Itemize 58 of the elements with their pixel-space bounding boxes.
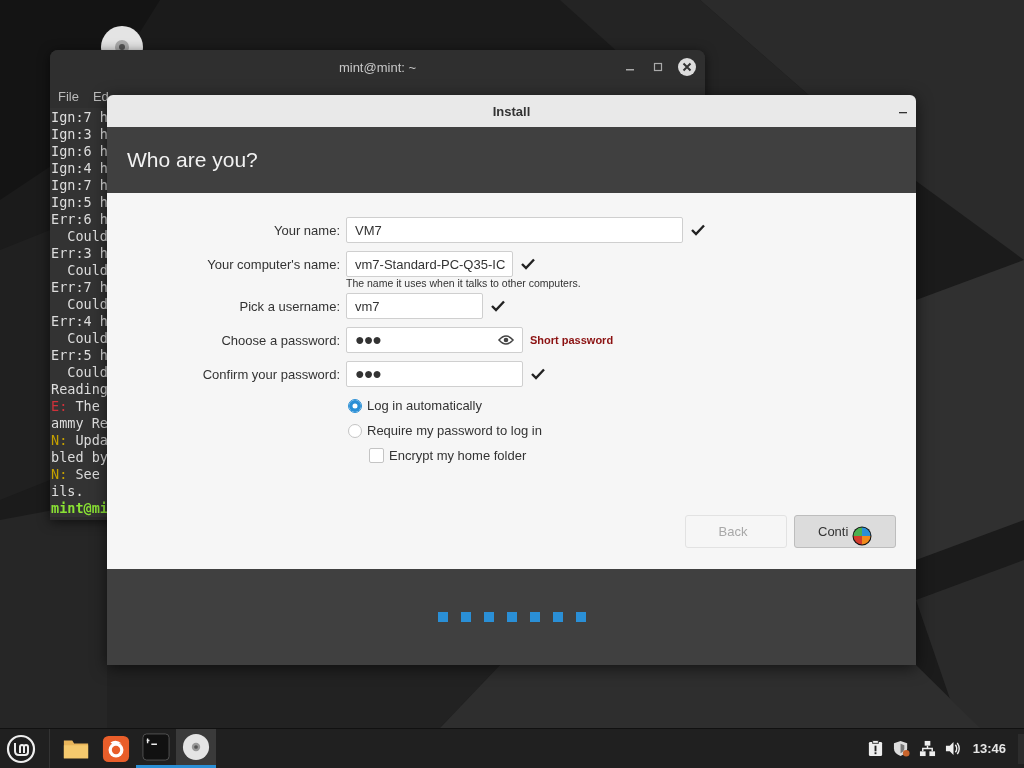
menu-item[interactable]: Ed xyxy=(92,88,109,104)
page-heading: Who are you? xyxy=(127,148,258,172)
terminal-line: Ign:3 h xyxy=(51,126,108,143)
terminal-line: mint@mi xyxy=(51,500,108,517)
terminal-line: Err:4 h xyxy=(51,313,108,330)
shield-icon[interactable] xyxy=(892,740,910,757)
input-field[interactable]: vm7-Standard-PC-Q35-IC xyxy=(346,251,513,277)
input-field[interactable]: VM7 xyxy=(346,217,683,243)
checkbox[interactable] xyxy=(369,448,384,463)
validation-message: Short password xyxy=(530,334,614,346)
terminal-line: Could xyxy=(66,364,108,381)
terminal-line: N: See xyxy=(51,466,100,483)
option-label[interactable]: Require my password to log in xyxy=(367,423,542,438)
radio-button[interactable] xyxy=(348,398,362,413)
terminal-line: Ign:7 h xyxy=(51,109,108,126)
input-field[interactable]: ●●● xyxy=(346,327,523,353)
terminal-line: E: The xyxy=(51,398,100,415)
menu-item[interactable]: File xyxy=(58,88,79,104)
terminal-line: Ign:6 h xyxy=(51,143,108,160)
field-label: Confirm your password: xyxy=(201,366,340,382)
option-label[interactable]: Encrypt my home folder xyxy=(389,448,527,463)
input-field[interactable]: ●●● xyxy=(346,361,523,387)
busy-cursor-icon xyxy=(852,526,872,546)
terminal-line: ils. xyxy=(51,483,84,500)
field-label: Pick a username: xyxy=(238,298,340,314)
input-field[interactable]: vm7 xyxy=(346,293,483,319)
terminal-line: Could xyxy=(66,296,108,313)
volume-icon[interactable] xyxy=(944,740,962,757)
terminal-line: Could xyxy=(66,228,108,245)
eye-icon[interactable] xyxy=(498,334,514,346)
option-label[interactable]: Log in automatically xyxy=(367,398,482,413)
terminal-line: Ign:4 h xyxy=(51,160,108,177)
clipboard-alert-icon[interactable] xyxy=(866,740,884,757)
terminal-line: Err:5 h xyxy=(51,347,108,364)
clock[interactable]: 13:46 xyxy=(972,741,1006,756)
close-icon[interactable] xyxy=(678,58,696,76)
radio-button[interactable] xyxy=(348,423,362,438)
window-title: Install xyxy=(492,103,531,119)
terminal-line: Could xyxy=(66,330,108,347)
terminal-line: Could xyxy=(66,262,108,279)
terminal-line: bled by xyxy=(51,449,108,466)
field-hint: The name it uses when it talks to other computers. xyxy=(346,277,581,289)
maximize-icon[interactable] xyxy=(653,62,663,72)
field-label: Choose a password: xyxy=(220,332,340,348)
menu-icon[interactable] xyxy=(6,733,36,764)
terminal-line: Err:3 h xyxy=(51,245,108,262)
terminal-line: Reading xyxy=(51,381,108,398)
field-label: Your computer's name: xyxy=(206,256,340,272)
field-label: Your name: xyxy=(273,222,340,238)
terminal-line: Err:6 h xyxy=(51,211,108,228)
terminal-line: ammy Re xyxy=(51,415,108,432)
continue-button[interactable]: Conti xyxy=(794,515,896,548)
terminal-line: Ign:5 h xyxy=(51,194,108,211)
terminal-line: Ign:7 h xyxy=(51,177,108,194)
terminal-line: Err:7 h xyxy=(51,279,108,296)
network-icon[interactable] xyxy=(918,740,936,757)
window-title: mint@mint: ~ xyxy=(338,59,417,75)
terminal-line: N: Upda xyxy=(51,432,108,449)
